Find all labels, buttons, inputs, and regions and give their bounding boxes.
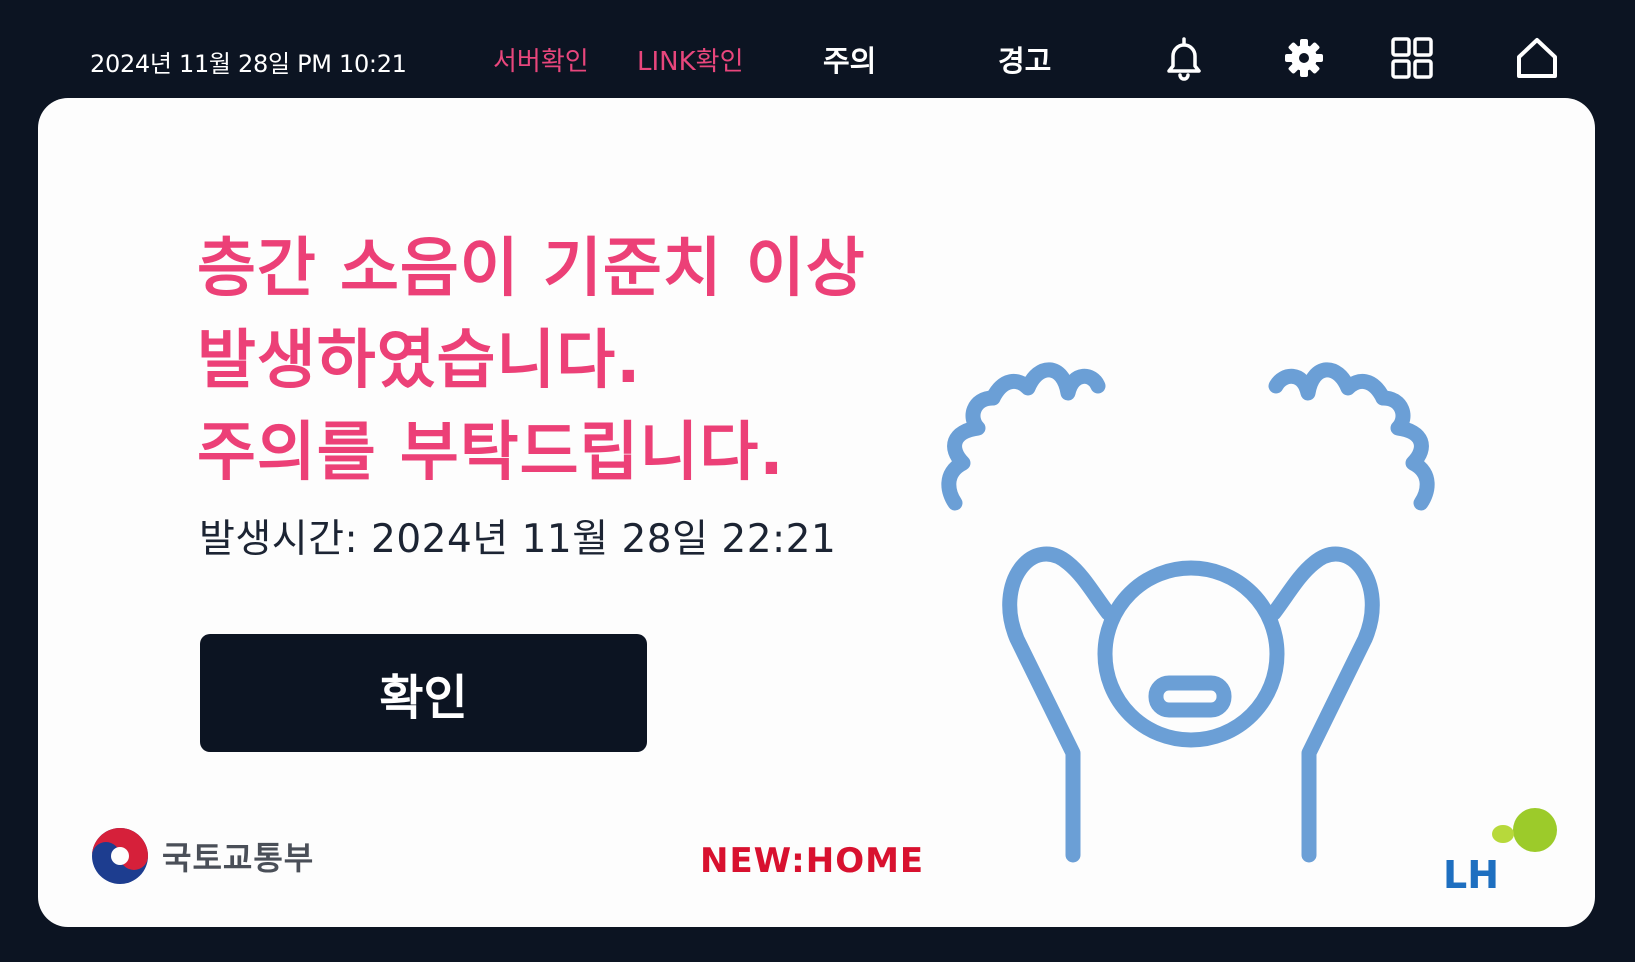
- top-status-bar: 2024년 11월 28일 PM 10:21 서버확인 LINK확인 주의 경고: [0, 0, 1635, 98]
- alert-headline: 층간 소음이 기준치 이상 발생하였습니다. 주의를 부탁드립니다.: [197, 223, 866, 499]
- tab-warning[interactable]: 경고: [998, 38, 1051, 80]
- alert-line-2: 발생하였습니다.: [197, 324, 642, 398]
- brand-text: NEW:HOME: [700, 841, 924, 880]
- grid-icon[interactable]: [1388, 34, 1436, 82]
- alert-line-3: 주의를 부탁드립니다.: [197, 416, 785, 490]
- tab-caution[interactable]: 주의: [823, 38, 876, 80]
- gear-icon[interactable]: [1280, 34, 1328, 82]
- bell-icon[interactable]: [1160, 34, 1208, 82]
- link-check-link[interactable]: LINK확인: [637, 41, 744, 78]
- taegeuk-emblem-icon: [92, 828, 148, 884]
- alert-line-1: 층간 소음이 기준치 이상: [197, 232, 866, 306]
- company-text: LH: [1443, 853, 1499, 897]
- current-datetime: 2024년 11월 28일 PM 10:21: [90, 50, 407, 78]
- occurred-time: 발생시간: 2024년 11월 28일 22:21: [199, 517, 837, 562]
- home-icon[interactable]: [1513, 34, 1561, 82]
- ministry-logo: 국토교통부: [90, 826, 314, 886]
- server-check-link[interactable]: 서버확인: [493, 41, 589, 78]
- confirm-button[interactable]: 확인: [200, 634, 647, 752]
- alert-card: 층간 소음이 기준치 이상 발생하였습니다. 주의를 부탁드립니다. 발생시간:…: [38, 98, 1595, 927]
- ministry-name: 국토교통부: [162, 839, 315, 877]
- lh-logo: LH: [1443, 808, 1563, 898]
- newhome-logo: NEW:HOME: [700, 838, 950, 881]
- noise-stress-illustration: [893, 343, 1453, 903]
